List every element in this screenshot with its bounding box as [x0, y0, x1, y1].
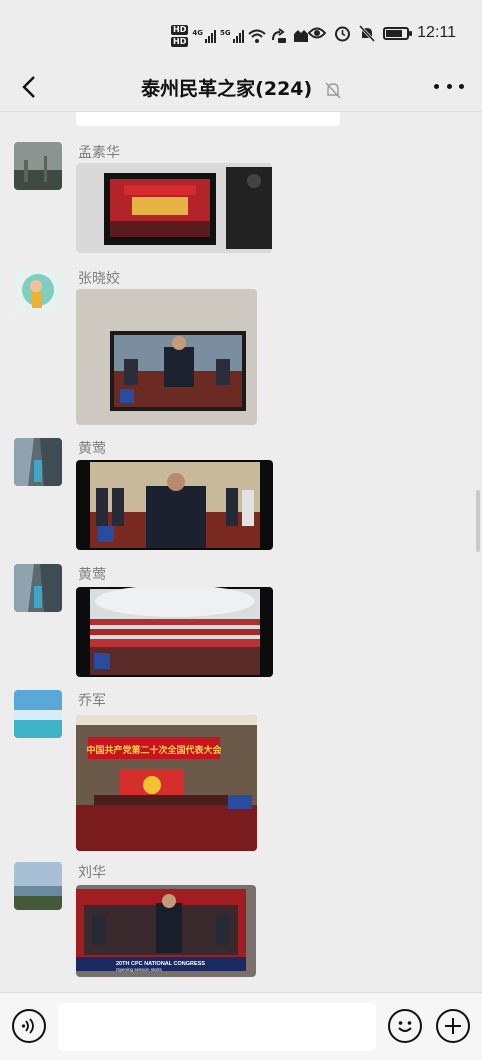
emoji-icon — [398, 1021, 412, 1032]
net2-label: 5G — [219, 29, 231, 37]
image-message[interactable] — [76, 289, 257, 425]
emoji-button[interactable] — [388, 1009, 422, 1043]
sender-name: 黄莺 — [78, 441, 106, 457]
wifi-icon — [247, 29, 266, 43]
status-right-icons: 12:11 — [308, 24, 456, 42]
sender-name: 张晓姣 — [78, 271, 120, 287]
more-dot-icon — [434, 83, 439, 89]
image-message[interactable]: 20TH CPC NATIONAL CONGRESS Opening sessi… — [76, 885, 256, 977]
alarm-icon — [335, 26, 351, 41]
avatar[interactable] — [14, 862, 62, 910]
sender-name: 乔军 — [78, 693, 106, 709]
broadcast-subcaption: Opening session starts — [116, 967, 163, 972]
cat-app-icon — [293, 30, 308, 42]
message-input[interactable] — [58, 1003, 376, 1051]
more-dot-icon — [446, 83, 452, 89]
congress-banner: 中国共产党第二十次全国代表大会 — [86, 744, 222, 755]
sender-name: 黄莺 — [78, 567, 106, 583]
hd2-label: HD — [171, 37, 189, 47]
sender-name: 刘华 — [78, 865, 106, 881]
hd-indicator: HD HD — [171, 25, 189, 47]
avatar[interactable] — [14, 142, 62, 190]
image-message[interactable] — [76, 163, 272, 253]
chat-title-wrap[interactable]: 泰州民革之家(224) — [0, 74, 482, 101]
chat-header: 泰州民革之家(224) — [0, 62, 482, 112]
more-button[interactable] — [434, 76, 464, 96]
more-dot-icon — [459, 83, 464, 89]
previous-message-bubble[interactable] — [76, 112, 340, 126]
status-left-icons: HD HD 4G 5G — [171, 22, 310, 50]
chat-title: 泰州民革之家(224) — [141, 78, 313, 100]
clock: 12:11 — [417, 24, 456, 41]
signal-4g-icon: 4G — [192, 29, 216, 43]
image-message[interactable] — [76, 460, 273, 550]
hd1-label: HD — [171, 25, 189, 35]
sender-name: 孟素华 — [78, 145, 120, 161]
net1-label: 4G — [192, 29, 203, 37]
image-message[interactable] — [76, 587, 273, 677]
plus-icon — [445, 1018, 461, 1034]
call-forward-icon — [271, 28, 286, 43]
avatar[interactable] — [14, 268, 62, 316]
muted-bell-icon — [325, 82, 341, 98]
signal-5g-icon: 5G — [220, 29, 244, 43]
scrollbar[interactable] — [476, 490, 480, 552]
eye-icon — [308, 27, 327, 39]
avatar[interactable] — [14, 690, 62, 738]
image-message[interactable]: 中国共产党第二十次全国代表大会 — [76, 715, 257, 851]
voice-icon — [21, 1018, 34, 1034]
plus-button[interactable] — [436, 1009, 470, 1043]
battery-icon — [383, 26, 413, 40]
message-list[interactable]: 孟素华 张晓姣 黄莺 黄莺 乔军 中国共产党第二十次全国代表大会 刘华 20TH… — [0, 112, 482, 992]
avatar[interactable] — [14, 564, 62, 612]
status-bar: HD HD 4G 5G 12:11 — [0, 0, 482, 62]
mute-bell-icon — [359, 24, 376, 42]
avatar[interactable] — [14, 438, 62, 486]
voice-button[interactable] — [12, 1009, 46, 1043]
input-bar — [0, 992, 482, 1060]
